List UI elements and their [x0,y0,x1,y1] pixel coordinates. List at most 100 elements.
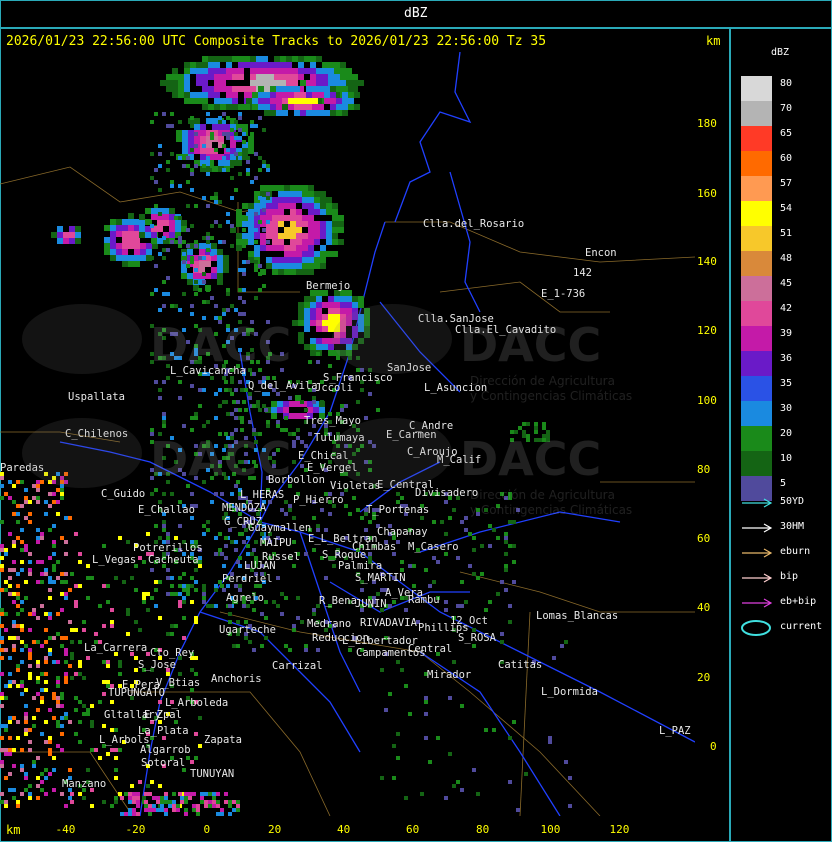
radar-echo-cell [226,92,232,98]
radar-echo-cell [116,249,122,255]
radar-echo-cell [194,656,198,660]
radar-echo-cell [334,314,340,320]
radar-echo-cell [48,504,52,508]
km-unit-label-top: km [706,34,721,48]
radar-echo-cell [298,62,304,68]
radar-echo-cell [102,680,106,684]
place-label: Central [408,643,453,655]
radar-echo-cell [139,226,145,232]
radar-echo-cell [488,600,492,604]
radar-echo-cell [52,540,56,544]
radar-echo-cell [8,576,12,580]
radar-echo-cell [206,520,210,524]
radar-echo-cell [314,239,320,245]
radar-echo-cell [266,168,270,172]
radar-echo-cell [316,302,322,308]
radar-echo-cell [252,92,258,98]
radar-echo-cell [314,263,320,269]
radar-echo-cell [126,612,130,616]
radar-echo-cell [136,792,140,796]
place-label: MENDOZA [222,502,267,514]
radar-echo-cell [214,86,220,92]
radar-echo-cell [242,540,246,544]
place-label: Palmira [338,560,383,572]
radar-echo-cell [28,612,32,616]
radar-echo-cell [154,380,158,384]
radar-echo-cell [139,214,145,220]
radar-echo-cell [284,263,290,269]
radar-echo-cell [12,796,16,800]
radar-echo-cell [139,220,145,226]
radar-echo-cell [28,740,32,744]
radar-echo-cell [202,56,208,62]
radar-echo-cell [60,732,64,736]
radar-echo-cell [302,245,308,251]
radar-echo-cell [208,92,214,98]
radar-echo-cell [48,528,52,532]
place-label: Chimbas [352,541,397,553]
radar-echo-cell [178,92,184,98]
radar-echo-cell [226,62,232,68]
radar-echo-cell [212,804,216,808]
radar-echo-cell [456,556,460,560]
radar-echo-cell [560,644,564,648]
radar-echo-cell [122,249,128,255]
radar-echo-cell [208,86,214,92]
radar-echo-cell [354,104,360,110]
radar-echo-cell [504,568,508,572]
radar-echo-cell [248,396,252,400]
place-label: Cacheuta [148,554,199,566]
radar-echo-cell [64,804,68,808]
radar-echo-cell [0,640,4,644]
radar-echo-cell [208,792,212,796]
radar-echo-cell [214,56,220,62]
radar-echo-cell [250,132,254,136]
radar-echo-cell [182,588,186,592]
radar-echo-cell [332,221,338,227]
radar-echo-cell [150,176,154,180]
radar-echo-cell [110,231,116,237]
radar-echo-cell [260,233,266,239]
radar-echo-cell [308,203,314,209]
radar-echo-cell [166,168,170,172]
radar-echo-cell [196,80,202,86]
radar-echo-cell [162,420,166,424]
radar-echo-cell [57,226,63,232]
radar-echo-cell [262,404,266,408]
radar-echo-cell [272,215,278,221]
radar-echo-cell [40,536,44,540]
radar-echo-cell [12,484,16,488]
radar-echo-cell [210,252,214,256]
radar-echo-cell [220,104,226,110]
radar-echo-cell [128,808,132,812]
radar-echo-cell [163,208,169,214]
radar-echo-cell [52,568,56,572]
place-label: Perdriel [222,573,273,585]
radar-echo-cell [60,496,64,500]
radar-echo-cell [146,249,152,255]
radar-echo-cell [217,279,223,285]
radar-echo-cell [256,68,262,74]
legend-swatch-label: 54 [780,203,793,214]
radar-echo-cell [178,86,184,92]
radar-echo-cell [94,748,98,752]
radar-echo-cell [308,209,314,215]
radar-echo-cell [20,568,24,572]
radar-echo-cell [122,237,128,243]
radar-echo-cell [82,676,86,680]
radar-echo-cell [44,628,48,632]
radar-echo-cell [412,564,416,568]
radar-echo-cell [170,632,174,636]
radar-echo-cell [262,74,268,80]
radar-echo-cell [16,480,20,484]
radar-echo-cell [164,808,168,812]
radar-echo-cell [242,244,246,248]
radar-echo-cell [178,792,182,796]
radar-echo-cell [310,56,316,62]
radar-echo-cell [356,508,360,512]
radar-echo-cell [0,748,4,752]
radar-echo-cell [352,496,356,500]
radar-echo-cell [302,269,308,275]
radar-echo-cell [172,800,176,804]
radar-echo-cell [24,732,28,736]
